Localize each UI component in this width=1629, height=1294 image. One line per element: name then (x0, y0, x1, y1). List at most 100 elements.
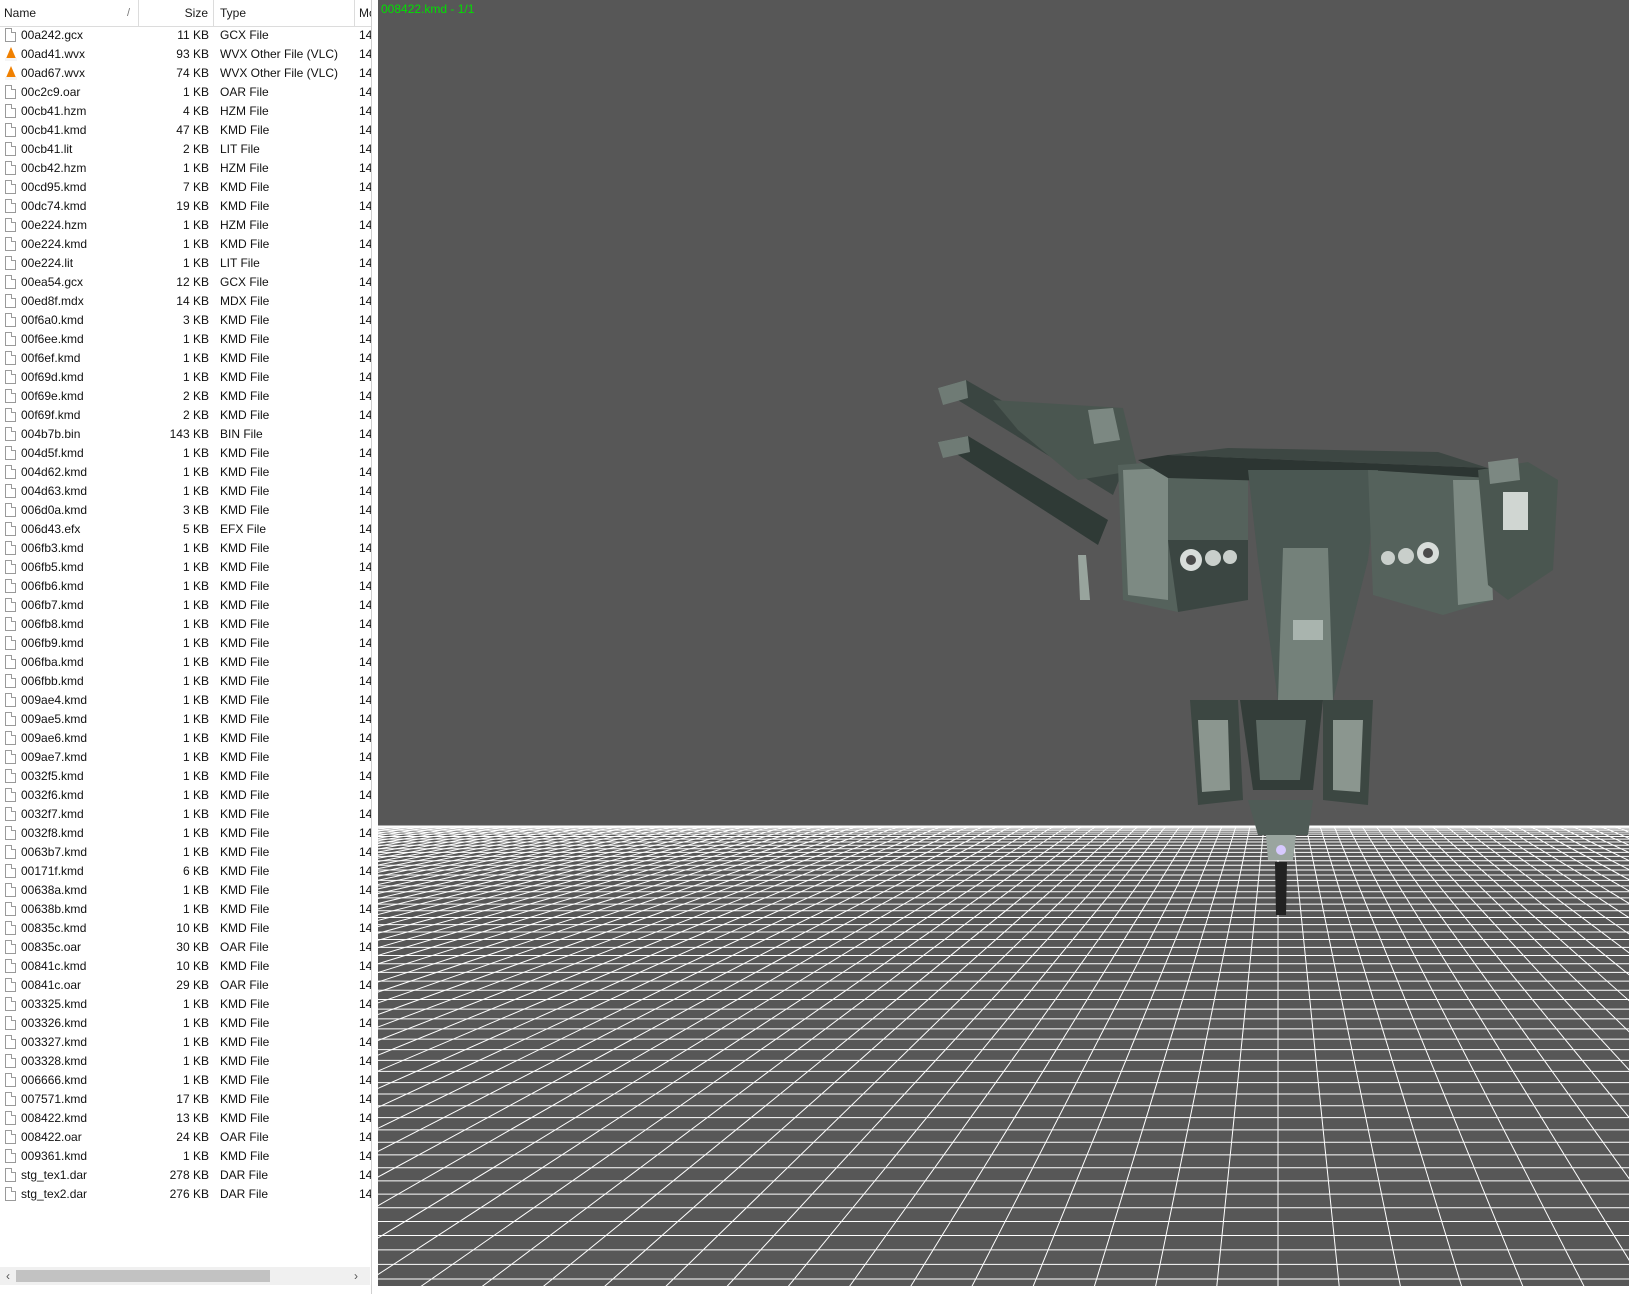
file-row[interactable]: 004d62.kmd 1 KB KMD File 14 (0, 463, 371, 482)
file-type: KMD File (220, 712, 270, 726)
file-row[interactable]: 006fbb.kmd 1 KB KMD File 14 (0, 672, 371, 691)
file-row[interactable]: stg_tex2.dar 276 KB DAR File 14 (0, 1185, 371, 1204)
file-icon (5, 85, 16, 99)
file-row[interactable]: 006d0a.kmd 3 KB KMD File 14 (0, 501, 371, 520)
file-row[interactable]: 00638b.kmd 1 KB KMD File 14 (0, 900, 371, 919)
file-name: 00ed8f.mdx (21, 294, 84, 308)
file-icon (5, 446, 16, 460)
file-type: KMD File (220, 769, 270, 783)
file-row[interactable]: 006fba.kmd 1 KB KMD File 14 (0, 653, 371, 672)
file-row[interactable]: 00638a.kmd 1 KB KMD File 14 (0, 881, 371, 900)
file-row[interactable]: 00841c.kmd 10 KB KMD File 14 (0, 957, 371, 976)
file-icon (5, 427, 16, 441)
file-row[interactable]: 0032f5.kmd 1 KB KMD File 14 (0, 767, 371, 786)
file-row[interactable]: 0063b7.kmd 1 KB KMD File 14 (0, 843, 371, 862)
model-viewer-viewport[interactable]: 008422.kmd - 1/1 (378, 0, 1629, 1294)
file-row[interactable]: 004d63.kmd 1 KB KMD File 14 (0, 482, 371, 501)
file-row[interactable]: 00cb41.kmd 47 KB KMD File 14 (0, 121, 371, 140)
file-row[interactable]: 007571.kmd 17 KB KMD File 14 (0, 1090, 371, 1109)
file-row[interactable]: 003328.kmd 1 KB KMD File 14 (0, 1052, 371, 1071)
file-row[interactable]: 009ae5.kmd 1 KB KMD File 14 (0, 710, 371, 729)
file-type: KMD File (220, 902, 270, 916)
file-row[interactable]: 006d43.efx 5 KB EFX File 14 (0, 520, 371, 539)
file-row[interactable]: 00cb41.hzm 4 KB HZM File 14 (0, 102, 371, 121)
file-row[interactable]: 00f69e.kmd 2 KB KMD File 14 (0, 387, 371, 406)
file-row[interactable]: 00f6a0.kmd 3 KB KMD File 14 (0, 311, 371, 330)
file-row[interactable]: 00dc74.kmd 19 KB KMD File 14 (0, 197, 371, 216)
file-row[interactable]: 003325.kmd 1 KB KMD File 14 (0, 995, 371, 1014)
file-row[interactable]: 00171f.kmd 6 KB KMD File 14 (0, 862, 371, 881)
scrollbar-thumb[interactable] (16, 1270, 270, 1282)
file-row[interactable]: 006fb8.kmd 1 KB KMD File 14 (0, 615, 371, 634)
horizontal-scrollbar[interactable]: ‹ › (0, 1267, 370, 1285)
file-row[interactable]: 0032f8.kmd 1 KB KMD File 14 (0, 824, 371, 843)
file-row[interactable]: 003327.kmd 1 KB KMD File 14 (0, 1033, 371, 1052)
file-row[interactable]: 00f6ef.kmd 1 KB KMD File 14 (0, 349, 371, 368)
file-row[interactable]: 00f69d.kmd 1 KB KMD File 14 (0, 368, 371, 387)
file-modified: 14 (359, 598, 372, 612)
file-row[interactable]: 006fb5.kmd 1 KB KMD File 14 (0, 558, 371, 577)
file-row[interactable]: 006fb6.kmd 1 KB KMD File 14 (0, 577, 371, 596)
file-row[interactable]: 00f69f.kmd 2 KB KMD File 14 (0, 406, 371, 425)
file-icon (5, 940, 16, 954)
scroll-left-arrow-icon[interactable]: ‹ (0, 1267, 16, 1285)
file-name: 006666.kmd (21, 1073, 88, 1087)
file-row[interactable]: 00e224.lit 1 KB LIT File 14 (0, 254, 372, 273)
file-row[interactable]: 00cb41.lit 2 KB LIT File 14 (0, 140, 371, 159)
file-modified: 14 (359, 807, 372, 821)
column-header-name[interactable]: Name / (0, 0, 139, 26)
scroll-right-arrow-icon[interactable]: › (348, 1267, 364, 1285)
file-name: 006fb7.kmd (21, 598, 84, 612)
file-type: KMD File (220, 1054, 270, 1068)
file-row[interactable]: 008422.kmd 13 KB KMD File 14 (0, 1109, 371, 1128)
file-row[interactable]: 003326.kmd 1 KB KMD File 14 (0, 1014, 371, 1033)
file-icon (5, 769, 16, 783)
file-row[interactable]: 00841c.oar 29 KB OAR File 14 (0, 976, 371, 995)
file-row[interactable]: 00ed8f.mdx 14 KB MDX File 14 (0, 292, 371, 311)
file-size: 1 KB (182, 750, 209, 764)
file-name: 009ae7.kmd (21, 750, 88, 764)
file-row[interactable]: 00ad41.wvx 93 KB WVX Other File (VLC) 14 (0, 45, 371, 64)
file-name: 006fba.kmd (21, 655, 84, 669)
file-row[interactable]: 00cb42.hzm 1 KB HZM File 14 (0, 159, 371, 178)
file-row[interactable]: 004b7b.bin 143 KB BIN File 14 (0, 425, 372, 444)
file-row[interactable]: 00ea54.gcx 12 KB GCX File 14 (0, 273, 372, 292)
file-type: KMD File (220, 826, 270, 840)
file-modified: 14 (359, 256, 372, 270)
file-type: KMD File (220, 446, 270, 460)
file-row[interactable]: 00835c.kmd 10 KB KMD File 14 (0, 919, 371, 938)
file-row[interactable]: 009ae4.kmd 1 KB KMD File 14 (0, 691, 371, 710)
file-row[interactable]: 006fb9.kmd 1 KB KMD File 14 (0, 634, 371, 653)
file-type: KMD File (220, 750, 270, 764)
file-row[interactable]: 009ae6.kmd 1 KB KMD File 14 (0, 729, 371, 748)
file-icon (5, 142, 16, 156)
mech-model-render (938, 380, 1558, 915)
file-row[interactable]: 00f6ee.kmd 1 KB KMD File 14 (0, 330, 371, 349)
file-row[interactable]: 006666.kmd 1 KB KMD File 14 (0, 1071, 371, 1090)
file-modified: 14 (359, 427, 372, 441)
file-row[interactable]: 00ad67.wvx 74 KB WVX Other File (VLC) 14 (0, 64, 371, 83)
file-icon (5, 370, 16, 384)
file-row[interactable]: 006fb3.kmd 1 KB KMD File 14 (0, 539, 371, 558)
file-size: 1 KB (182, 674, 209, 688)
file-row[interactable]: 00cd95.kmd 7 KB KMD File 14 (0, 178, 371, 197)
file-row[interactable]: 0032f6.kmd 1 KB KMD File 14 (0, 786, 371, 805)
file-row[interactable]: stg_tex1.dar 278 KB DAR File 14 (0, 1166, 371, 1185)
file-row[interactable]: 00835c.oar 30 KB OAR File 14 (0, 938, 371, 957)
file-row[interactable]: 004d5f.kmd 1 KB KMD File 14 (0, 444, 371, 463)
column-header-modified[interactable]: Mo (355, 0, 371, 26)
column-header-size[interactable]: Size (139, 0, 214, 26)
file-row[interactable]: 009ae7.kmd 1 KB KMD File 14 (0, 748, 371, 767)
file-row[interactable]: 00e224.kmd 1 KB KMD File 14 (0, 235, 371, 254)
file-size: 5 KB (182, 522, 209, 536)
file-row[interactable]: 00c2c9.oar 1 KB OAR File 14 (0, 83, 371, 102)
file-row[interactable]: 00e224.hzm 1 KB HZM File 14 (0, 216, 371, 235)
file-row[interactable]: 008422.oar 24 KB OAR File 14 (0, 1128, 371, 1147)
file-row[interactable]: 00a242.gcx 11 KB GCX File 14 (0, 26, 371, 45)
file-row[interactable]: 0032f7.kmd 1 KB KMD File 14 (0, 805, 372, 824)
file-row[interactable]: 006fb7.kmd 1 KB KMD File 14 (0, 596, 372, 615)
file-name: 006d43.efx (21, 522, 81, 536)
file-row[interactable]: 009361.kmd 1 KB KMD File 14 (0, 1147, 371, 1166)
column-header-type[interactable]: Type (214, 0, 355, 26)
file-modified: 14 (359, 275, 372, 289)
